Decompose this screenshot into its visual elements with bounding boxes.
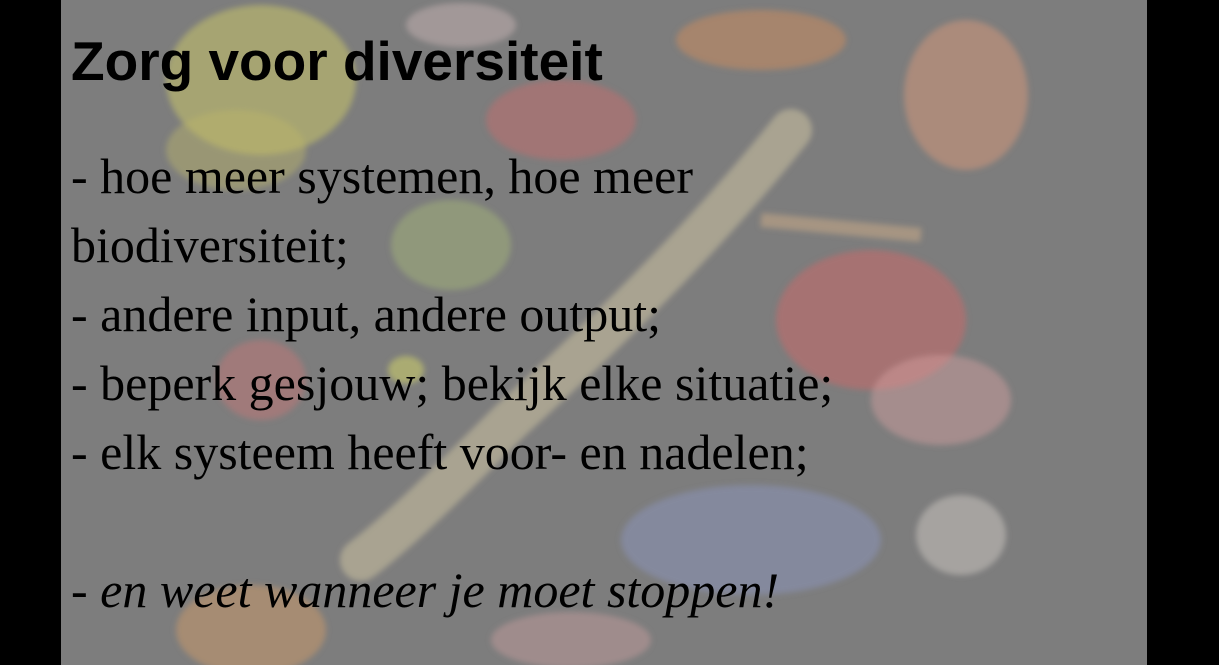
closing-dash: - [71,562,101,618]
slide-title: Zorg voor diversiteit [71,30,603,92]
bullet-item: - andere input, andere output; [71,286,662,342]
closing-line: - en weet wanneer je moet stoppen! [71,556,779,625]
bullet-item: biodiversiteit; [71,217,349,273]
bullet-item: - elk systeem heeft voor- en nadelen; [71,424,809,480]
video-frame: Zorg voor diversiteit - hoe meer systeme… [0,0,1219,665]
closing-emphasis: en weet wanneer je moet stoppen! [100,562,780,618]
bullet-item: - hoe meer systemen, hoe meer [71,148,693,204]
presentation-slide: Zorg voor diversiteit - hoe meer systeme… [61,0,1147,665]
bullet-item: - beperk gesjouw; bekijk elke situatie; [71,355,834,411]
bullet-list: - hoe meer systemen, hoe meer biodiversi… [71,142,833,487]
